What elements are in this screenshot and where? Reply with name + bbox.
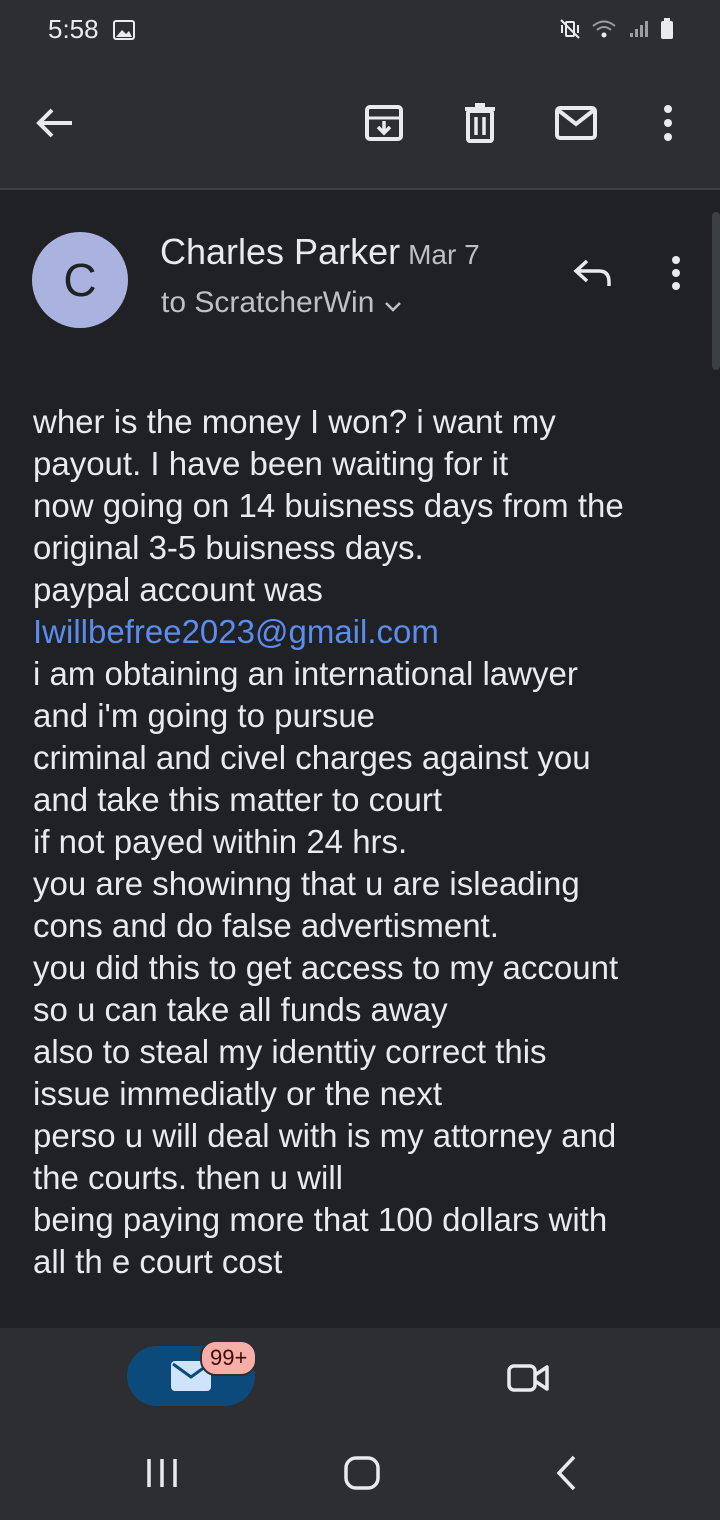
delete-icon [465,103,495,143]
more-vert-icon [672,256,680,290]
more-options-button[interactable] [643,98,693,148]
body-line: the courts. then u will [33,1159,343,1196]
home-icon [344,1456,380,1490]
more-vert-icon [664,105,672,141]
sender-line: Charles Parker Mar 7 [160,231,480,273]
message-more-button[interactable] [656,248,696,298]
back-button[interactable] [30,98,80,148]
recent-apps-button[interactable] [132,1448,192,1498]
body-line: now going on 14 buisness days from the [33,487,624,524]
signal-icon [628,19,650,44]
recipient-label: to ScratcherWin [161,286,375,319]
chevron-down-icon [384,287,402,321]
status-icons [553,18,674,45]
body-line: and i'm going to pursue [33,697,376,734]
body-line: issue immediatly or the next [33,1075,443,1112]
unread-count-badge: 99+ [200,1340,258,1376]
body-line: you are showinng that u are isleading [33,865,580,902]
tab-meet[interactable] [502,1356,554,1400]
body-line: perso u will deal with is my attorney an… [33,1117,617,1154]
back-arrow-icon [36,108,72,138]
email-link[interactable]: Iwillbefree2023@gmail.com [33,611,693,653]
image-icon [113,20,135,45]
archive-icon [365,105,403,141]
sender-name: Charles Parker [160,231,401,272]
mark-unread-button[interactable] [551,98,601,148]
reply-icon [573,259,611,286]
body-line: you did this to get access to my account [33,949,619,986]
chevron-left-icon [556,1455,576,1491]
system-back-button[interactable] [536,1448,596,1498]
body-line: and take this matter to court [33,781,443,818]
recent-apps-icon [147,1459,177,1487]
system-navigation-bar [0,1424,720,1520]
body-line: i am obtaining an international lawyer [33,655,578,692]
video-camera-icon [507,1364,549,1392]
body-line: paypal account was [33,571,323,608]
bottom-navigation: 99+ [0,1328,720,1424]
body-line: if not payed within 24 hrs. [33,823,408,860]
body-line: so u can take all funds away [33,991,448,1028]
body-line: cons and do false advertisment. [33,907,499,944]
body-line: wher is the money I won? i want my [33,403,556,440]
reply-button[interactable] [568,248,618,298]
scrollbar[interactable] [712,212,720,370]
battery-icon [660,18,674,45]
delete-button[interactable] [455,98,505,148]
recipient-details-toggle[interactable]: to ScratcherWin [161,286,402,321]
mute-vibrate-icon [559,18,581,45]
body-line: being paying more that 100 dollars with [33,1201,608,1238]
wifi-icon [591,19,617,44]
body-line: payout. I have been waiting for it [33,445,509,482]
sender-avatar[interactable]: C [32,232,128,328]
mark-unread-icon [555,106,597,140]
archive-button[interactable] [359,98,409,148]
message-body: wher is the money I won? i want my payou… [33,401,693,1283]
status-time: 5:58 [48,14,99,44]
message-date: Mar 7 [408,239,480,270]
body-line: all th e court cost [33,1243,283,1280]
body-line: criminal and civel charges against you [33,739,591,776]
top-app-bar: 5:58 [0,0,720,190]
body-line: original 3-5 buisness days. [33,529,424,566]
home-button[interactable] [332,1448,392,1498]
body-line: also to steal my identtiy correct this [33,1033,547,1070]
